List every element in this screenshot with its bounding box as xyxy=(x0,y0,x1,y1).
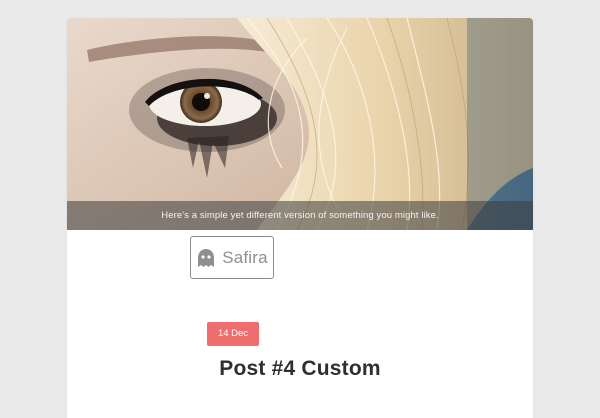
brand-logo[interactable]: Safira xyxy=(190,236,274,279)
hero-image[interactable]: Here's a simple yet different version of… xyxy=(67,18,533,230)
ghost-icon xyxy=(196,248,216,268)
post-title[interactable]: Post #4 Custom xyxy=(0,357,600,381)
hero-caption: Here's a simple yet different version of… xyxy=(67,201,533,230)
post-date-badge: 14 Dec xyxy=(207,322,259,346)
hero-photo xyxy=(67,18,533,230)
brand-name: Safira xyxy=(222,247,268,267)
